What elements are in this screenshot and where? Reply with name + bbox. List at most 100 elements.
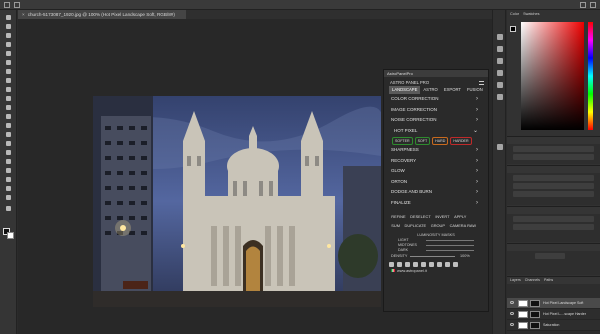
align-row[interactable] — [513, 224, 594, 230]
color-field[interactable] — [521, 22, 584, 130]
gradient-tool-icon[interactable] — [4, 122, 13, 129]
section-orton[interactable]: ORTON › — [384, 177, 488, 188]
stamp-tool-icon[interactable] — [4, 95, 13, 102]
tab-astro[interactable]: ASTRO — [420, 86, 440, 94]
refine-button[interactable]: REFINE — [389, 214, 408, 219]
website-link[interactable]: www.astropanel.it — [384, 268, 488, 274]
properties-icon[interactable] — [497, 46, 503, 52]
marquee-tool-icon[interactable] — [4, 23, 13, 30]
duplicate-button[interactable]: DUPLICATE — [402, 223, 428, 228]
invert-button[interactable]: INVERT — [433, 214, 452, 219]
document-tab[interactable]: × church-5173087_1920.jpg @ 100% (Hot Pix… — [18, 10, 186, 19]
lum-slider[interactable] — [426, 250, 474, 252]
section-image-correction[interactable]: IMAGE CORRECTION › — [384, 105, 488, 116]
search-icon[interactable] — [580, 2, 586, 8]
workspace-icon[interactable] — [590, 2, 596, 8]
tab-paths[interactable]: Paths — [544, 277, 553, 284]
tab-export[interactable]: EXPORT — [441, 86, 464, 94]
section-noise-correction[interactable]: NOISE CORRECTION › — [384, 115, 488, 126]
hard-button[interactable]: HARD — [432, 136, 449, 145]
redo-icon[interactable] — [405, 261, 410, 267]
pen-tool-icon[interactable] — [4, 149, 13, 156]
soft-button[interactable]: SOFT — [414, 136, 431, 145]
more-tools-icon[interactable] — [4, 205, 13, 212]
crop-tool-icon[interactable] — [4, 50, 13, 57]
density-control[interactable]: DENSITY 100% — [384, 253, 488, 260]
info-icon[interactable] — [445, 261, 450, 267]
deselect-button[interactable]: DESELECT — [408, 214, 433, 219]
character-icon[interactable] — [497, 82, 503, 88]
paragraph-icon[interactable] — [497, 94, 503, 100]
type-tool-icon[interactable] — [4, 158, 13, 165]
section-dodge-and-burn[interactable]: DODGE AND BURN › — [384, 187, 488, 198]
eraser-tool-icon[interactable] — [4, 113, 13, 120]
layer-mask-thumbnail[interactable] — [530, 311, 540, 318]
visibility-eye-icon[interactable] — [510, 301, 514, 304]
visibility-eye-icon[interactable] — [510, 312, 514, 315]
brush-icon[interactable] — [421, 261, 426, 267]
mask-icon[interactable] — [413, 261, 418, 267]
lasso-tool-icon[interactable] — [4, 32, 13, 39]
transform-row[interactable] — [513, 191, 594, 197]
camera-raw-button[interactable]: CAMERA RAW — [447, 223, 478, 228]
move-tool-icon[interactable] — [4, 2, 10, 8]
density-slider[interactable] — [410, 256, 455, 257]
undo-icon[interactable] — [397, 261, 402, 267]
tab-channels[interactable]: Channels — [525, 277, 540, 284]
brush-tool-icon[interactable] — [4, 86, 13, 93]
blur-tool-icon[interactable] — [4, 131, 13, 138]
info-panel-icon[interactable] — [497, 58, 503, 64]
adjustments-icon[interactable] — [497, 144, 503, 150]
eyedropper-tool-icon[interactable] — [4, 68, 13, 75]
section-hot-pixel[interactable]: HOT PIXEL ⌄ — [384, 126, 488, 137]
transform-row[interactable] — [513, 175, 594, 181]
visibility-eye-icon[interactable] — [510, 323, 514, 326]
tab-layers[interactable]: Layers — [510, 277, 521, 284]
softer-button[interactable]: SOFTER — [392, 136, 413, 145]
gear-icon[interactable] — [437, 261, 442, 267]
astro-window-title[interactable]: AstroPanelPro — [384, 70, 488, 77]
layer-row[interactable]: Hot Pixel Landscape Soft — [507, 298, 600, 309]
section-glow[interactable]: GLOW › — [384, 166, 488, 177]
lum-slider[interactable] — [426, 245, 474, 247]
foreground-swatch[interactable] — [510, 26, 516, 32]
shape-tool-icon[interactable] — [4, 176, 13, 183]
layer-mask-thumbnail[interactable] — [530, 300, 540, 307]
move-tool-icon[interactable] — [4, 14, 13, 21]
zoom-tool-icon[interactable] — [4, 194, 13, 201]
path-select-tool-icon[interactable] — [4, 167, 13, 174]
sum-button[interactable]: SUM — [389, 223, 402, 228]
power-icon[interactable] — [453, 261, 458, 267]
dodge-tool-icon[interactable] — [4, 140, 13, 147]
brush-settings-icon[interactable] — [497, 70, 503, 76]
healing-tool-icon[interactable] — [4, 77, 13, 84]
frame-tool-icon[interactable] — [4, 59, 13, 66]
close-tab-icon[interactable]: × — [22, 12, 25, 17]
layer-mask-thumbnail[interactable] — [530, 322, 540, 329]
dropdown-icon[interactable] — [14, 2, 20, 8]
play-icon[interactable] — [389, 261, 394, 267]
document-image[interactable] — [93, 96, 381, 307]
history-icon[interactable] — [497, 34, 503, 40]
section-recovery[interactable]: RECOVERY › — [384, 156, 488, 167]
section-sharpness[interactable]: SHARPNESS › — [384, 145, 488, 156]
layer-row[interactable]: Saturation — [507, 320, 600, 331]
properties-row[interactable] — [513, 154, 594, 160]
tab-color[interactable]: Color — [510, 10, 519, 18]
section-color-correction[interactable]: COLOR CORRECTION › — [384, 94, 488, 105]
background-color-swatch[interactable] — [7, 232, 14, 239]
tab-fusion[interactable]: FUSION — [464, 86, 486, 94]
hand-tool-icon[interactable] — [4, 185, 13, 192]
align-row[interactable] — [513, 216, 594, 222]
quick-action-button[interactable] — [535, 253, 565, 259]
apply-button[interactable]: APPLY — [452, 214, 469, 219]
transform-row[interactable] — [513, 183, 594, 189]
tab-landscape[interactable]: LANDSCAPE — [389, 86, 421, 94]
quick-select-tool-icon[interactable] — [4, 41, 13, 48]
group-button[interactable]: GROUP — [428, 223, 447, 228]
properties-row[interactable] — [513, 146, 594, 152]
eye-icon[interactable] — [429, 261, 434, 267]
section-finalize[interactable]: FINALIZE › — [384, 198, 488, 209]
history-brush-tool-icon[interactable] — [4, 104, 13, 111]
hue-slider[interactable] — [588, 22, 593, 130]
